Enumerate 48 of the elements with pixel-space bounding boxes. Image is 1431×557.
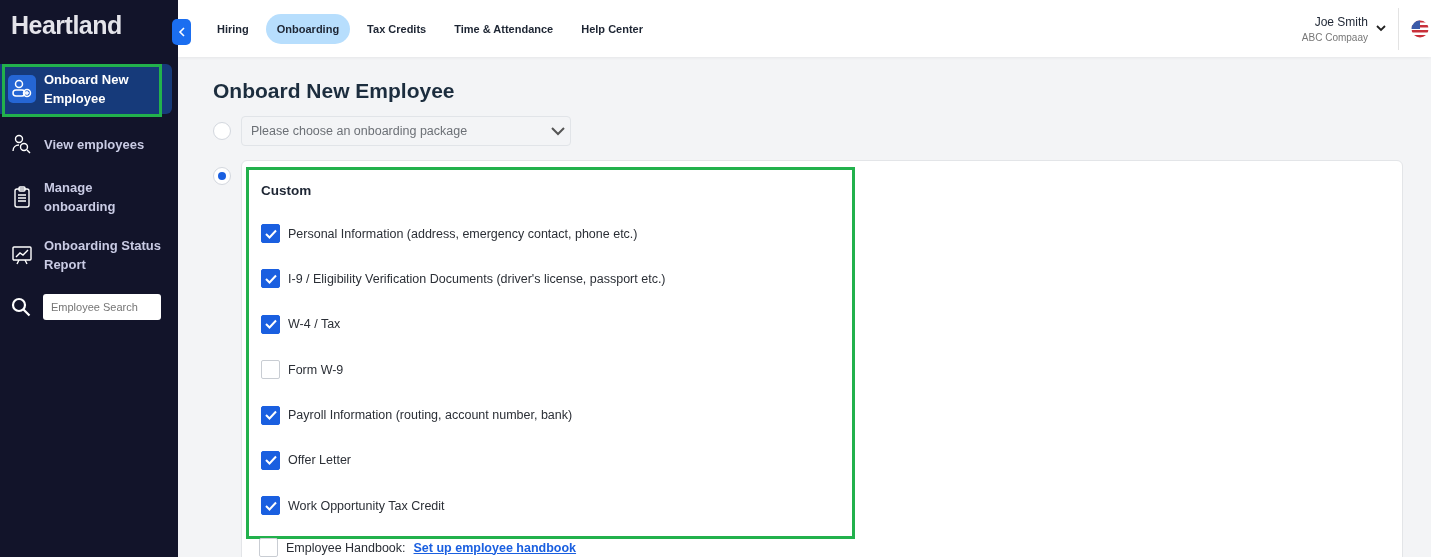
search-icon	[11, 297, 31, 317]
checkbox[interactable]	[261, 450, 280, 470]
employee-search-field[interactable]: Employee Search	[43, 294, 161, 320]
user-name: Joe Smith	[1314, 14, 1368, 29]
users-icon	[11, 133, 33, 155]
checkmark-icon	[264, 319, 277, 330]
checkbox-label: Work Opportunity Tax Credit	[288, 498, 445, 513]
checkmark-icon	[264, 410, 277, 421]
checkbox-label: I-9 / Eligibility Verification Documents (driver's license, passport etc.)	[288, 271, 666, 286]
chevron-down-icon	[551, 126, 565, 136]
flag-icon[interactable]	[1411, 19, 1429, 38]
checkmark-icon	[264, 228, 277, 239]
package-radio[interactable]	[213, 122, 231, 140]
nav-tab[interactable]: Hiring	[206, 13, 260, 44]
company-name: ABC Compaay	[1301, 31, 1368, 43]
section-title: Custom	[261, 183, 313, 198]
sidebar-item[interactable]: Onboarding Status Report	[0, 232, 172, 278]
sidebar-item[interactable]: Manage onboarding	[0, 174, 172, 220]
handbook-label: Employee Handbook:	[286, 540, 406, 555]
checkbox[interactable]	[261, 224, 280, 243]
checkbox[interactable]	[261, 314, 280, 334]
nav-tab[interactable]: Tax Credits	[356, 13, 438, 44]
checkbox-label: Form W-9	[288, 362, 344, 377]
checkbox[interactable]	[261, 269, 280, 289]
handbook-link[interactable]: Set up employee handbook	[413, 540, 577, 555]
checkmark-icon	[264, 273, 277, 284]
checkmark-icon	[264, 500, 277, 511]
nav-tab[interactable]: Help Center	[570, 13, 654, 44]
collapse-button[interactable]	[172, 19, 191, 45]
checkbox-label: Payroll Information (routing, account number, bank)	[288, 408, 573, 423]
checkbox[interactable]	[261, 496, 280, 516]
checkbox-label: Personal Information (address, emergency contact, phone etc.)	[288, 226, 638, 241]
clipboard-icon	[13, 186, 31, 208]
nav-tab[interactable]: Time & Attendance	[443, 13, 565, 44]
page-title: Onboard New Employee	[213, 79, 456, 103]
chevron-down-icon[interactable]	[1376, 25, 1386, 32]
user-add-icon	[11, 78, 33, 100]
checkbox-label: Offer Letter	[288, 453, 351, 468]
chart-board-icon	[11, 244, 33, 266]
nav-tab[interactable]: Onboarding	[265, 13, 351, 44]
checkmark-icon	[264, 455, 277, 466]
package-dropdown[interactable]: Please choose an onboarding package	[241, 116, 571, 146]
checkbox[interactable]	[261, 405, 280, 425]
sidebar-item[interactable]: View employees	[0, 126, 172, 162]
chevron-left-icon	[177, 27, 186, 37]
logo: Heartland	[10, 10, 123, 41]
checkbox-label: W-4 / Tax	[288, 317, 341, 332]
custom-radio[interactable]	[213, 167, 231, 185]
